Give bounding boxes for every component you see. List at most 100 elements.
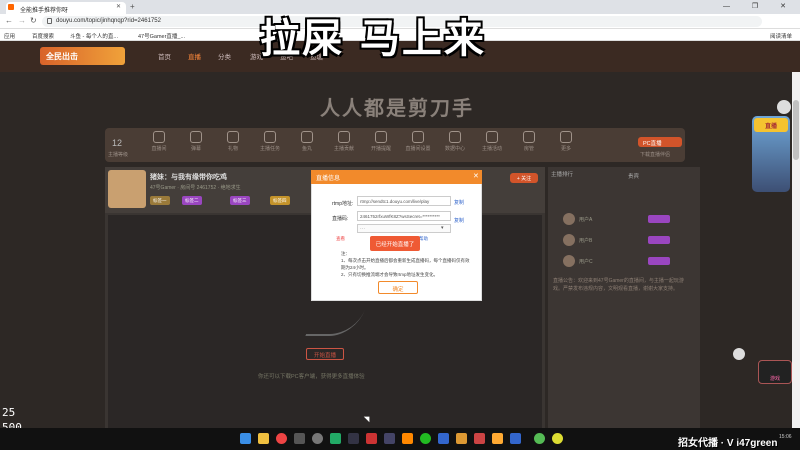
app-icon[interactable] [534,433,545,444]
reload-icon[interactable]: ↻ [30,16,37,25]
game-badge[interactable]: 游戏 [758,360,792,384]
app-icon[interactable] [384,433,395,444]
copy-rtmp-button[interactable]: 复制 [454,199,464,206]
feature-item[interactable]: 礼物 [218,131,248,152]
app-icon[interactable] [438,433,449,444]
scrollbar-thumb[interactable] [793,100,799,160]
avatar [563,255,575,267]
level-badge [648,257,670,265]
app-icon[interactable] [330,433,341,444]
app-icon[interactable] [552,433,563,444]
feature-icon [153,131,165,143]
stream-code-field[interactable]: 2461752rfxuWfK8Z?wsSecret=********** [357,211,451,221]
feature-item[interactable]: 数据中心 [440,131,470,152]
feature-icon [227,131,239,143]
nav-live[interactable]: 直播 [188,51,201,61]
feature-icon [190,131,202,143]
app-icon[interactable] [492,433,503,444]
feature-item[interactable]: 更多 [551,131,581,152]
browser-tab[interactable]: 全能推手推荐你呀 [6,2,126,14]
app-icon[interactable] [474,433,485,444]
help-link[interactable]: 帮助 [419,236,428,242]
feature-item[interactable]: 直播间设置 [403,131,433,152]
confirm-button[interactable]: 确定 [378,281,418,294]
feature-item[interactable]: 主播任务 [255,131,285,152]
feature-icon [560,131,572,143]
stat-value: 25 [2,406,16,419]
pc-live-download-link[interactable]: 下载直播伴侣 [640,151,670,158]
bookmark-item[interactable]: 斗鱼 - 每个人的直... [70,32,118,40]
app-icon[interactable] [402,433,413,444]
feature-icon [486,131,498,143]
wechat-icon[interactable] [420,433,431,444]
stream-tag[interactable]: 标签四 [270,196,290,205]
forward-icon[interactable]: → [18,16,26,25]
back-icon[interactable]: ← [5,16,13,25]
lock-icon[interactable] [47,18,52,24]
tab-vip[interactable]: 贵宾 [628,172,639,180]
channel-watermark: 招女代播 · V i47green [678,438,778,449]
stream-title: 猪妹：与我有缘带你吃鸡 [150,174,227,181]
tab-ranking[interactable]: 主播排行 [551,170,697,182]
close-icon[interactable] [733,348,745,360]
stream-code-label: 直播码: [332,216,349,222]
close-icon[interactable]: ✕ [473,172,479,180]
tray-clock: 15:06 [779,434,792,440]
code-select[interactable]: ··· [357,224,451,233]
level-badge [648,215,670,223]
stream-tag[interactable]: 标签三 [230,196,250,205]
avatar [563,213,575,225]
bookmark-item[interactable]: 应用 [4,32,15,40]
close-icon[interactable] [777,100,791,114]
page-slogan: 人人都是剪刀手 [320,96,474,120]
stream-meta: 47号Gamer · 房间号 2461752 · 绝地求生 [150,185,241,191]
rank-row[interactable]: 用户C [553,255,693,269]
app-icon[interactable] [456,433,467,444]
feature-icon [338,131,350,143]
feature-item[interactable]: 主播贡献 [329,131,359,152]
app-icon[interactable] [366,433,377,444]
app-icon[interactable] [312,433,323,444]
copy-code-button[interactable]: 复制 [454,217,464,224]
nav-category[interactable]: 分类 [218,51,231,61]
app-icon[interactable] [294,433,305,444]
feature-item[interactable]: 主播活动 [477,131,507,152]
start-icon[interactable] [240,433,251,444]
follow-button[interactable]: + 关注 [510,173,538,183]
feature-icon [523,131,535,143]
rtmp-address-field[interactable]: rtmp://sendtc1.douyu.com/live/play [357,196,451,206]
stream-overlay-title: 拉屎 马上来 [260,16,486,62]
pc-live-button[interactable]: PC直播 [638,137,682,147]
feature-item[interactable]: 鱼丸 [292,131,322,152]
rank-row[interactable]: 用户B [553,234,693,248]
steam-icon[interactable] [348,433,359,444]
tab-close-icon[interactable]: ✕ [116,3,121,10]
nav-home[interactable]: 首页 [158,51,171,61]
chrome-icon[interactable] [276,433,287,444]
feature-item[interactable]: 直播间 [144,131,174,152]
new-tab-icon[interactable]: + [130,2,135,11]
site-logo[interactable]: 全民出击 [40,47,125,65]
folder-icon[interactable] [258,433,269,444]
stream-tag[interactable]: 标签二 [182,196,202,205]
feature-icon [412,131,424,143]
start-live-button[interactable]: 开始直播 [306,348,344,360]
stream-tag[interactable]: 标签一 [150,196,170,205]
app-icon[interactable] [510,433,521,444]
anchor-level-value: 12 [112,138,123,148]
bookmark-item[interactable]: 阅读清单 [770,32,792,40]
chevron-down-icon: ▾ [441,225,444,231]
feature-icon [449,131,461,143]
dialog-notes: 注： 1、每次点击开始直播后都会重新生成直播码，每个直播码仅有效期为24小时。 … [341,251,470,277]
feature-item[interactable]: 开播提醒 [366,131,396,152]
open-live-button[interactable]: 已经开始直播了 [370,236,420,251]
avatar [563,234,575,246]
bookmark-item[interactable]: 百度搜索 [32,32,54,40]
bookmark-item[interactable]: 47号Gamer直播_... [138,32,185,40]
feature-item[interactable]: 房管 [514,131,544,152]
avatar[interactable] [108,170,146,208]
feature-item[interactable]: 弹幕 [181,131,211,152]
window-controls[interactable]: — ❐ ✕ [723,2,796,10]
rank-row[interactable]: 用户A [553,213,693,227]
anchor-level-label: 主播等级 [108,152,129,158]
